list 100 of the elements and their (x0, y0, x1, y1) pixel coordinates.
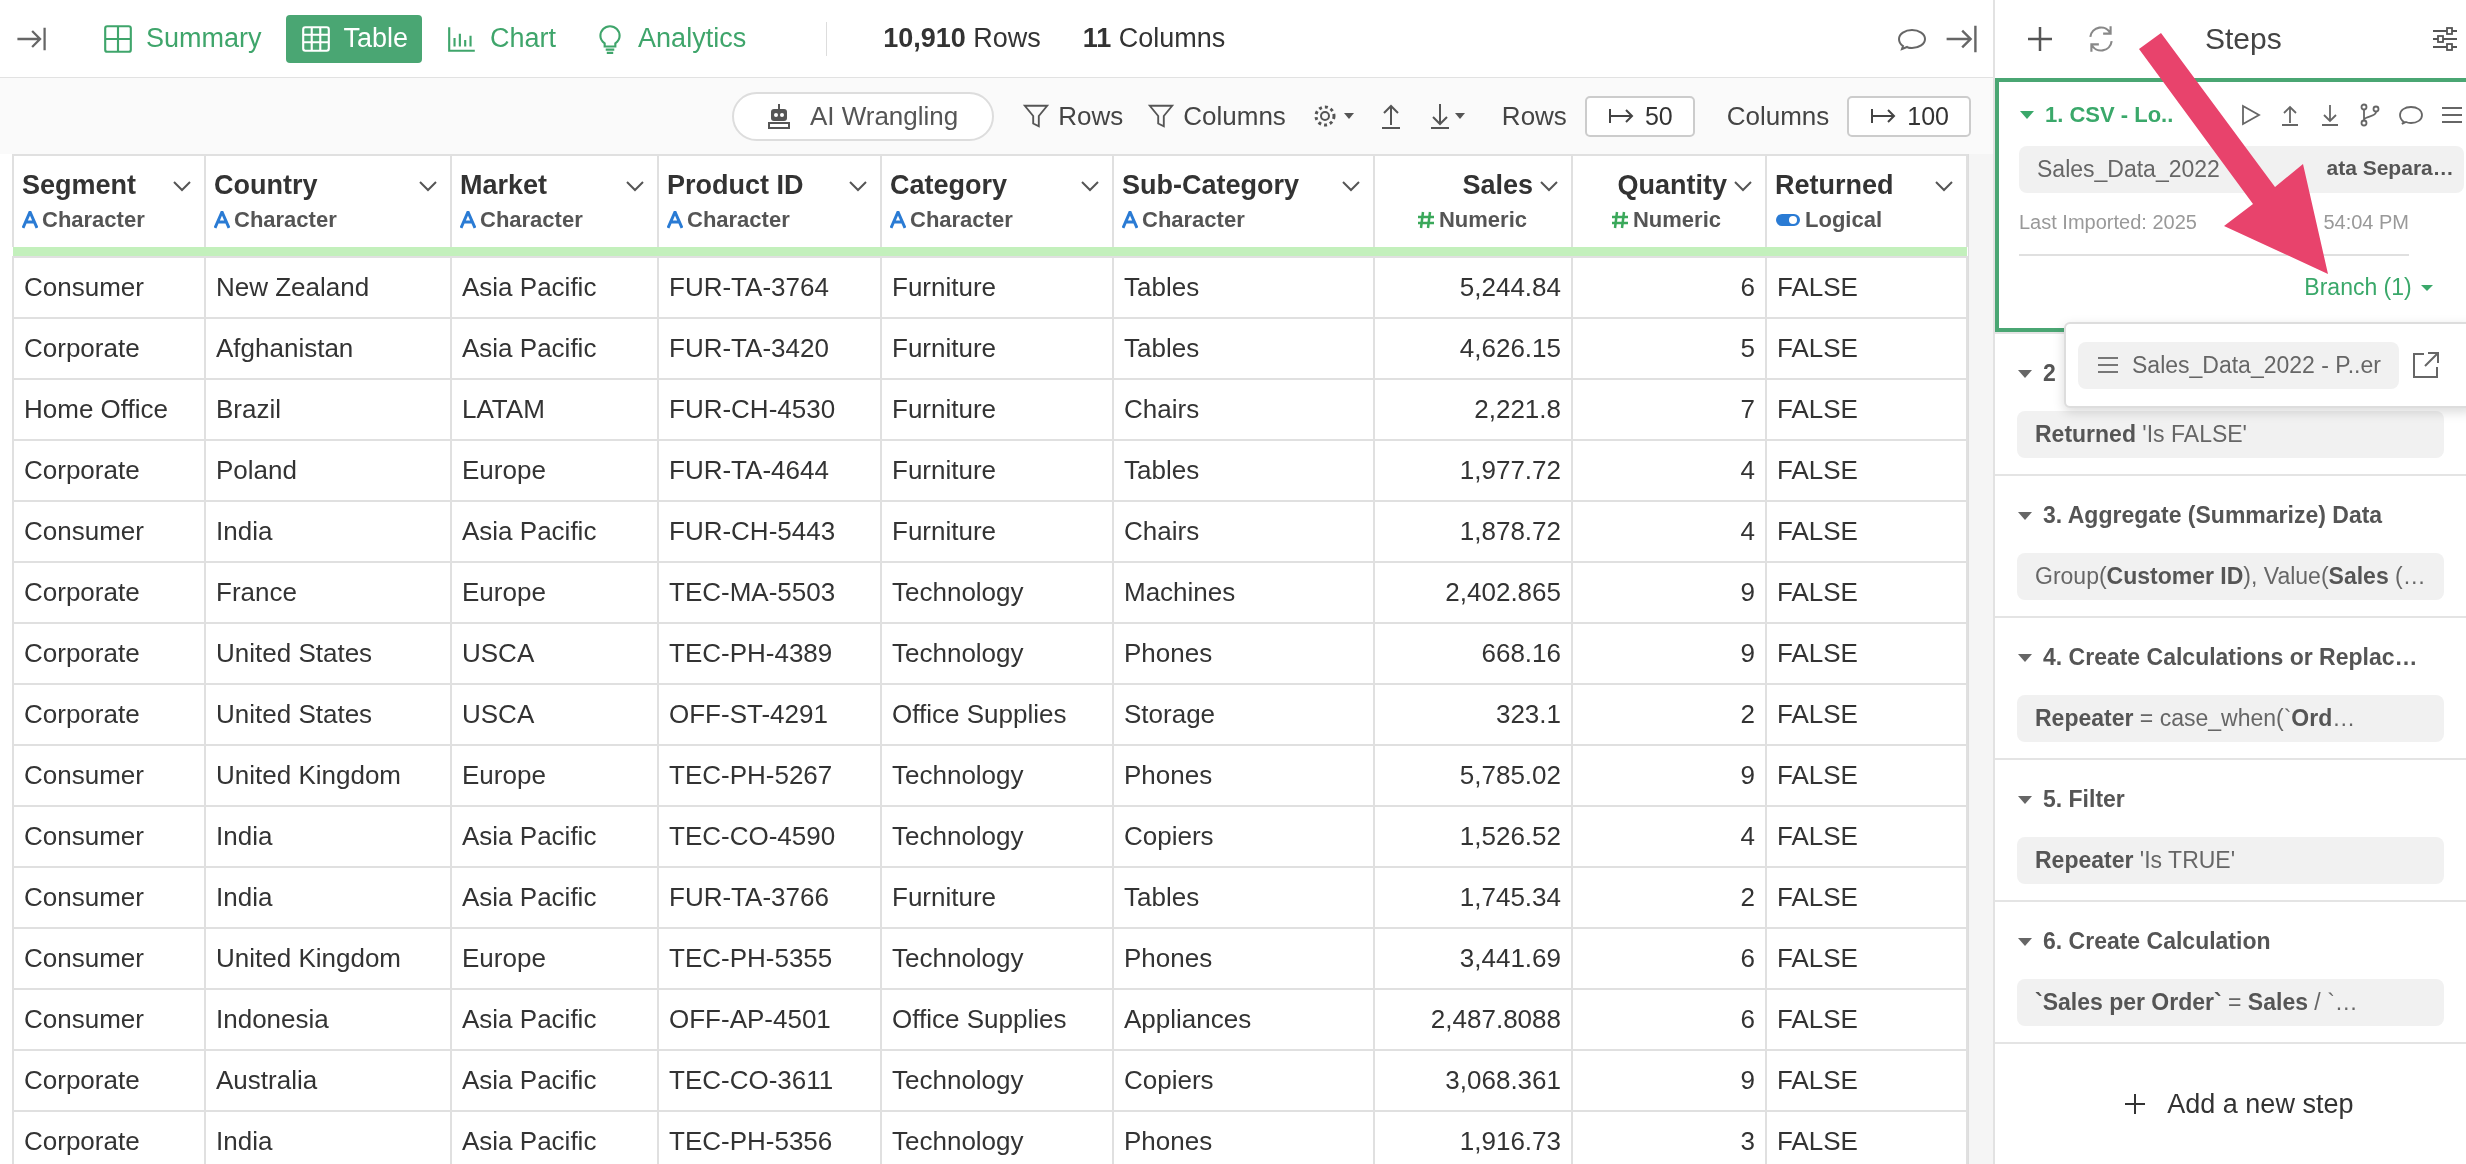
table-cell: Consumer (13, 989, 205, 1050)
table-cell: 2,402.865 (1374, 562, 1572, 623)
column-type: Logical (1805, 207, 1882, 233)
table-cell: 5,244.84 (1374, 257, 1572, 318)
column-type: Numeric (1632, 207, 1721, 233)
step-summary: `Sales per Order` = Sales / `… (2017, 979, 2444, 1026)
table-cell: Asia Pacific (451, 257, 658, 318)
table-cell: Asia Pacific (451, 806, 658, 867)
table-cell: Corporate (13, 684, 205, 745)
table-cell: Corporate (13, 1111, 205, 1164)
table-cell: Office Supplies (881, 684, 1113, 745)
table-cell: India (205, 867, 451, 928)
table-cell: Asia Pacific (451, 501, 658, 562)
table-cell: 1,526.52 (1374, 806, 1572, 867)
step-title: 2 (2043, 360, 2056, 387)
table-cell: Corporate (13, 1050, 205, 1111)
table-cell: FUR-TA-3420 (658, 318, 881, 379)
column-type: Numeric (1438, 207, 1527, 233)
table-cell: 668.16 (1374, 623, 1572, 684)
table-cell: Europe (451, 562, 658, 623)
table-cell: Europe (451, 745, 658, 806)
table-cell: TEC-PH-4389 (658, 623, 881, 684)
column-count: 11 Columns (1082, 23, 1226, 54)
row-count: 10,910 Rows (883, 23, 1041, 54)
table-cell: 1,745.34 (1374, 867, 1572, 928)
table-cell: Copiers (1113, 806, 1374, 867)
table-cell: Phones (1113, 928, 1374, 989)
table-cell: 4 (1572, 440, 1766, 501)
table-cell: 9 (1572, 745, 1766, 806)
table-cell: Asia Pacific (451, 1050, 658, 1111)
step-title: 5. Filter (2043, 786, 2125, 813)
step-title: 3. Aggregate (Summarize) Data (2043, 502, 2383, 529)
table-cell: Tables (1113, 318, 1374, 379)
column-type: Character (42, 207, 145, 233)
table-cell: Europe (451, 440, 658, 501)
table-cell: Technology (881, 928, 1113, 989)
table-cell: Furniture (881, 501, 1113, 562)
table-cell: Phones (1113, 745, 1374, 806)
table-cell: 3,068.361 (1374, 1050, 1572, 1111)
table-cell: 5,785.02 (1374, 745, 1572, 806)
table-cell: Brazil (205, 379, 451, 440)
table-cell: 2,221.8 (1374, 379, 1572, 440)
table-cell: FUR-TA-3766 (658, 867, 881, 928)
table-cell: Poland (205, 440, 451, 501)
table-cell: France (205, 562, 451, 623)
table-cell: United Kingdom (205, 928, 451, 989)
table-cell: Machines (1113, 562, 1374, 623)
table-cell: Office Supplies (881, 989, 1113, 1050)
column-type: Character (687, 207, 790, 233)
table-cell: Phones (1113, 623, 1374, 684)
table-cell: Tables (1113, 257, 1374, 318)
table-cell: OFF-AP-4501 (658, 989, 881, 1050)
table-cell: TEC-CO-4590 (658, 806, 881, 867)
table-cell: Furniture (881, 379, 1113, 440)
table-cell: Australia (205, 1050, 451, 1111)
table-cell: India (205, 806, 451, 867)
table-cell: 323.1 (1374, 684, 1572, 745)
table-cell: 1,977.72 (1374, 440, 1572, 501)
table-cell: Storage (1113, 684, 1374, 745)
table-cell: 6 (1572, 928, 1766, 989)
table-cell: Corporate (13, 623, 205, 684)
table-cell: Europe (451, 928, 658, 989)
table-cell: 5 (1572, 318, 1766, 379)
table-cell: 1,878.72 (1374, 501, 1572, 562)
table-cell: Furniture (881, 257, 1113, 318)
table-cell: Afghanistan (205, 318, 451, 379)
table-cell: TEC-PH-5355 (658, 928, 881, 989)
table-cell: TEC-MA-5503 (658, 562, 881, 623)
column-type: Character (234, 207, 337, 233)
step-summary: Repeater = case_when(`Ord… (2017, 695, 2444, 742)
table-cell: Indonesia (205, 989, 451, 1050)
table-cell: United Kingdom (205, 745, 451, 806)
table-cell: Asia Pacific (451, 867, 658, 928)
table-cell: 6 (1572, 989, 1766, 1050)
table-cell: 9 (1572, 623, 1766, 684)
column-type: Character (1142, 207, 1245, 233)
table-cell: 7 (1572, 379, 1766, 440)
table-cell: Asia Pacific (451, 989, 658, 1050)
table-cell: FUR-CH-4530 (658, 379, 881, 440)
table-cell: OFF-ST-4291 (658, 684, 881, 745)
table-cell: USCA (451, 623, 658, 684)
step-title: 4. Create Calculations or Replac… (2043, 644, 2418, 671)
table-cell: Corporate (13, 562, 205, 623)
table-cell: Appliances (1113, 989, 1374, 1050)
table-cell: Home Office (13, 379, 205, 440)
table-cell: 9 (1572, 562, 1766, 623)
table-cell: TEC-PH-5267 (658, 745, 881, 806)
column-type: Character (910, 207, 1013, 233)
table-cell: New Zealand (205, 257, 451, 318)
table-cell: FUR-CH-5443 (658, 501, 881, 562)
table-cell: 6 (1572, 257, 1766, 318)
table-cell: Consumer (13, 867, 205, 928)
table-cell: USCA (451, 684, 658, 745)
table-cell: Copiers (1113, 1050, 1374, 1111)
table-cell: FALSE (1766, 257, 1967, 318)
table-cell: Chairs (1113, 501, 1374, 562)
table-cell: 9 (1572, 1050, 1766, 1111)
table-cell: 4 (1572, 806, 1766, 867)
table-cell: 4,626.15 (1374, 318, 1572, 379)
table-cell: India (205, 501, 451, 562)
